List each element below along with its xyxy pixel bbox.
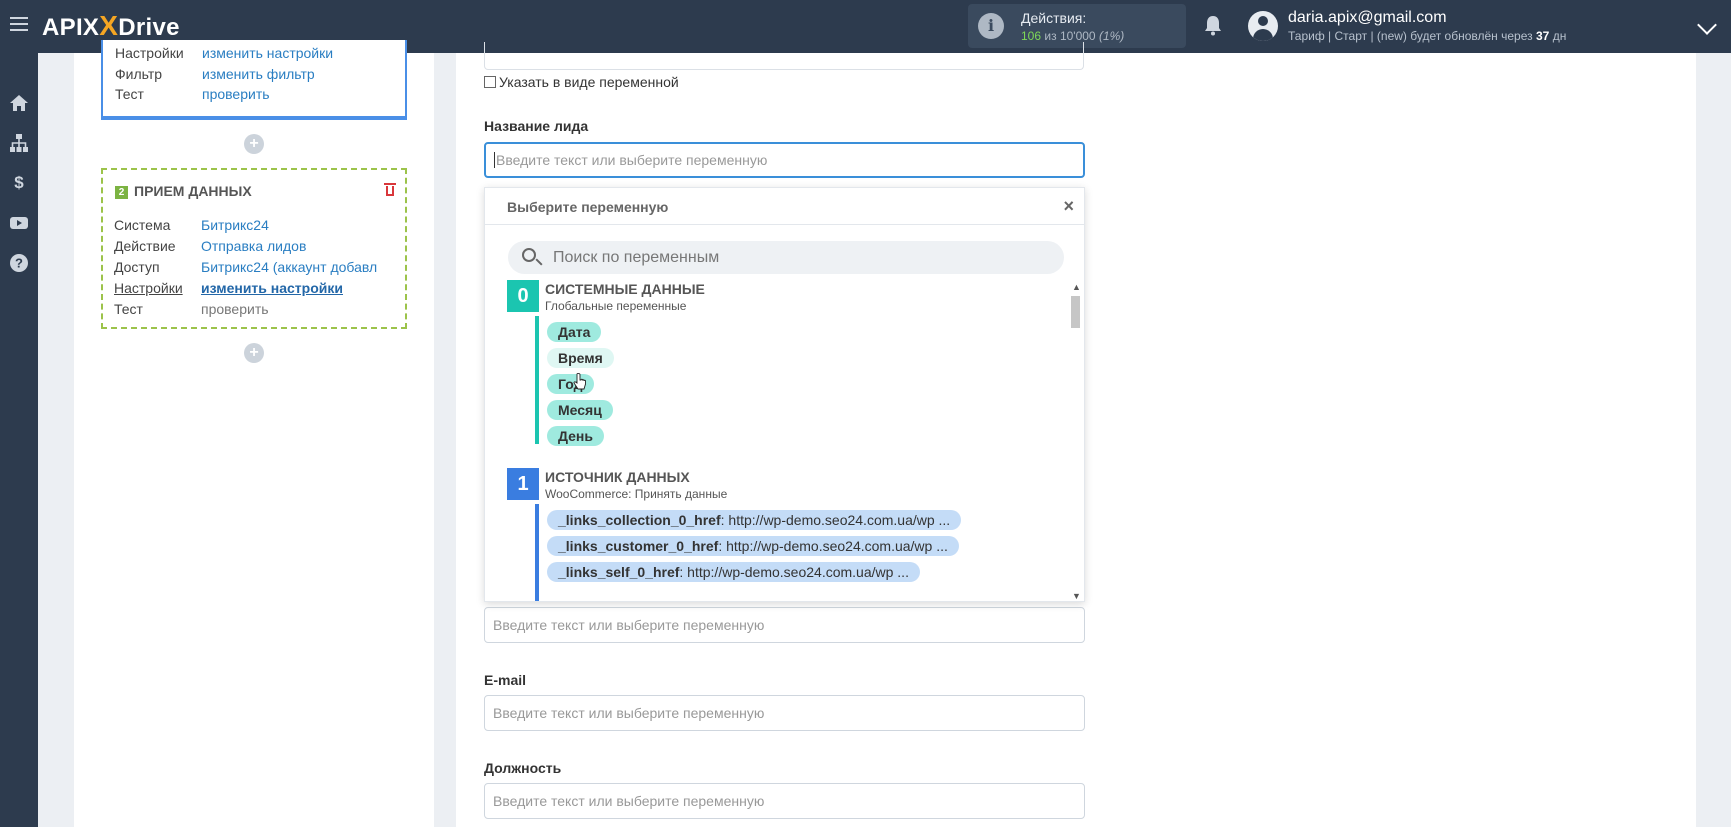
variable-list: 0 СИСТЕМНЫЕ ДАННЫЕ Глобальные переменные… [485, 280, 1084, 601]
section-bar [535, 504, 539, 601]
sitemap-icon[interactable] [9, 133, 29, 153]
lead-name-input[interactable]: Введите текст или выберите переменную [484, 142, 1085, 178]
left-rail: $ ? [0, 53, 38, 827]
step-row: Доступ Битрикс24 (аккаунт добавл [114, 259, 394, 276]
step-row-key: Тест [114, 301, 143, 317]
section-title: ИСТОЧНИК ДАННЫХ [545, 469, 690, 485]
variable-chip[interactable]: _links_self_0_href: http://wp-demo.seo24… [547, 562, 920, 582]
step-card-destination: 2 ПРИЕМ ДАННЫХ Система Битрикс24 Действие… [101, 168, 407, 329]
text-input[interactable]: Введите текст или выберите переменную [484, 607, 1085, 643]
section-number: 0 [507, 280, 539, 312]
section-subtitle: Глобальные переменные [545, 299, 687, 313]
email-field[interactable]: Введите текст или выберите переменную [484, 695, 1085, 731]
step-row-key: Настройки [115, 45, 184, 61]
step-row: Действие Отправка лидов [114, 238, 394, 255]
variable-chip[interactable]: Месяц [547, 400, 613, 420]
step-row-key: Действие [114, 238, 176, 254]
actions-title: Действия: [1021, 10, 1087, 26]
step-number: 2 [115, 186, 128, 199]
previous-field-input[interactable] [484, 42, 1084, 70]
search-icon [522, 248, 536, 262]
step-row: Фильтр изменить фильтр [115, 66, 395, 83]
step-row-key: Доступ [114, 259, 160, 275]
step-row: Тест проверить [114, 301, 394, 318]
section-bar [535, 316, 539, 444]
section-number: 1 [507, 468, 539, 500]
home-icon[interactable] [9, 93, 29, 113]
step-row-link[interactable]: изменить настройки [201, 280, 343, 296]
position-field[interactable]: Введите текст или выберите переменную [484, 783, 1085, 819]
variable-checkbox-label: Указать в виде переменной [499, 74, 679, 90]
section-title: СИСТЕМНЫЕ ДАННЫЕ [545, 281, 705, 297]
scroll-thumb[interactable] [1071, 296, 1080, 328]
mouse-pointer-icon [573, 373, 586, 390]
step-row-key: Настройки [114, 280, 183, 296]
step-row-link[interactable]: изменить настройки [202, 45, 333, 61]
step-row-link[interactable]: изменить фильтр [202, 66, 315, 82]
variable-picker-header: Выберите переменную × [485, 188, 1084, 225]
step-row-key: Тест [115, 86, 144, 102]
close-icon[interactable]: × [1063, 196, 1074, 217]
add-step-button[interactable]: + [244, 343, 264, 363]
variable-picker: Выберите переменную × Поиск по переменны… [484, 187, 1085, 602]
step-row-key: Система [114, 217, 171, 233]
logo[interactable]: APIXXDrive [42, 10, 180, 42]
actions-count: 106 из 10'000 (1%) [1021, 29, 1125, 43]
scroll-up-icon[interactable]: ▲ [1072, 282, 1081, 292]
step-row-link[interactable]: проверить [202, 86, 270, 102]
menu-icon[interactable] [10, 17, 28, 31]
svg-text:?: ? [15, 256, 23, 271]
position-label: Должность [484, 760, 562, 776]
variable-chip[interactable]: Время [547, 348, 614, 368]
lead-name-label: Название лида [484, 118, 589, 134]
step-row-link[interactable]: Отправка лидов [201, 238, 306, 254]
variable-checkbox[interactable] [484, 76, 496, 88]
variable-list-scrollbar[interactable]: ▲ ▼ [1069, 280, 1081, 601]
chevron-down-icon[interactable] [1697, 15, 1717, 35]
step-row-key: Фильтр [115, 66, 163, 82]
section-subtitle: WooCommerce: Принять данные [545, 487, 728, 501]
variable-chip[interactable]: Дата [547, 322, 602, 342]
step-card-source: Настройки изменить настройки Фильтр изме… [101, 40, 407, 120]
variable-chip[interactable]: _links_collection_0_href: http://wp-demo… [547, 510, 962, 530]
help-icon[interactable]: ? [9, 253, 29, 273]
step-row: Тест проверить [115, 86, 395, 103]
scroll-down-icon[interactable]: ▼ [1072, 591, 1081, 601]
bell-icon[interactable] [1203, 14, 1223, 36]
variable-chip[interactable]: День [547, 426, 604, 446]
info-icon: i [978, 13, 1004, 39]
add-step-button[interactable]: + [244, 134, 264, 154]
avatar[interactable] [1248, 11, 1278, 41]
variable-picker-title: Выберите переменную [507, 199, 669, 215]
step-row: Система Битрикс24 [114, 217, 394, 234]
variable-chip[interactable]: _links_customer_0_href: http://wp-demo.s… [547, 536, 959, 556]
step-row: Настройки изменить настройки [114, 280, 394, 297]
step-row: Настройки изменить настройки [115, 45, 395, 62]
youtube-icon[interactable] [9, 213, 29, 233]
step-title: 2 ПРИЕМ ДАННЫХ [115, 183, 252, 199]
email-label: E-mail [484, 672, 527, 688]
variable-search-input[interactable]: Поиск по переменным [553, 249, 719, 267]
step-row-link[interactable]: проверить [201, 301, 269, 317]
variable-search[interactable]: Поиск по переменным [508, 241, 1064, 274]
trash-icon[interactable] [384, 183, 396, 197]
user-plan: Тариф | Старт | (new) будет обновлён чер… [1288, 29, 1567, 43]
user-email[interactable]: daria.apix@gmail.com [1288, 9, 1447, 27]
step-row-link[interactable]: Битрикс24 (аккаунт добавл [201, 259, 391, 275]
variable-checkbox-row[interactable]: Указать в виде переменной [484, 74, 679, 90]
dollar-icon[interactable]: $ [9, 173, 29, 193]
step-row-link[interactable]: Битрикс24 [201, 217, 269, 233]
